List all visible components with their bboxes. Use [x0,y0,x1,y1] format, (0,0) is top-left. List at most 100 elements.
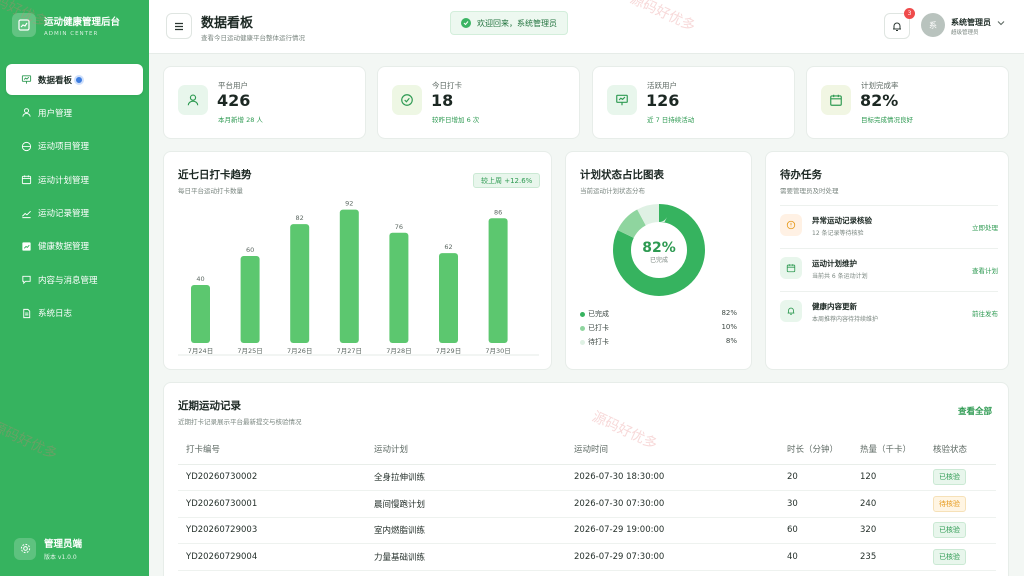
table-cell: 已核验 [925,543,996,571]
sidebar-item[interactable]: 健康数据管理 [6,231,143,262]
legend-value: 8% [725,337,737,345]
sidebar-item[interactable]: 运动项目管理 [6,131,143,162]
legend-label: 已完成 [588,310,609,318]
footer-title: 管理员端 [44,539,83,550]
alert-icon [786,220,796,230]
sidebar-item-label: 用户管理 [38,108,73,119]
stat-value: 18 [431,91,454,110]
bell-icon [893,22,901,31]
task-action-link[interactable]: 查看计划 [972,265,998,275]
column-header: 打卡编号 [178,435,366,465]
sidebar-item[interactable]: 运动计划管理 [6,164,143,195]
bar [191,285,210,343]
x-tick-label: 7月24日 [188,347,213,355]
sidebar-item[interactable]: 运动记录管理 [6,198,143,229]
chart-logo-icon [12,13,36,37]
bar [339,209,359,343]
bar [240,256,260,343]
table-cell: 120 [852,464,925,491]
task-title: 运动计划维护 [812,259,857,268]
avatar[interactable]: 系 [921,13,945,37]
stat-card: 今日打卡 18 较昨日增加 6 次 [377,66,580,139]
stat-card: 活跃用户 126 近 7 日持续活动 [592,66,795,139]
legend-dot [580,339,585,345]
sidebar-item[interactable]: 系统日志 [6,298,143,329]
status-badge: 待核验 [933,495,966,512]
sidebar-item[interactable]: 内容与消息管理 [6,264,143,295]
calendar-icon [830,94,842,106]
table-cell: YD20260729003 [178,517,366,544]
table-cell: 已核验 [925,464,996,491]
table-cell: 2026-07-29 07:30:00 [566,543,779,571]
stat-note: 本月新增 28 人 [218,116,263,124]
sidebar-item[interactable]: 数据看板 [6,64,143,95]
table-cell: 240 [852,490,925,518]
table-row[interactable]: YD20260730002 全身拉伸训练 2026-07-30 18:30:00 20… [178,464,996,491]
user-name[interactable]: 系统管理员 [951,17,991,28]
sidebar-item-label: 运动计划管理 [38,175,90,186]
table-cell: 2026-07-29 19:00:00 [566,517,779,544]
stat-label: 计划完成率 [861,81,899,90]
stat-note: 较昨日增加 6 次 [432,116,480,124]
table-cell: 2026-07-30 18:30:00 [566,464,779,491]
x-tick-label: 7月30日 [485,347,510,355]
stat-label: 活跃用户 [647,81,677,90]
table-cell: 2026-07-30 07:30:00 [566,490,779,518]
table-cell: 320 [852,517,925,544]
cursor-indicator [74,74,85,85]
user-icon [187,94,199,106]
stat-icon-wrap [392,85,422,115]
calendar-icon [20,174,32,186]
task-action-link[interactable]: 前往发布 [972,308,998,318]
task-item: 运动计划维护 当前共 6 条运动计划 查看计划 [780,248,998,287]
calendar-icon [21,175,31,185]
menu-toggle-button[interactable] [166,13,192,39]
document-icon [20,307,32,319]
stat-icon-wrap [821,85,851,115]
table-header: 打卡编号 运动计划 运动时间 时长（分钟） 热量（千卡） 核验状态 [178,435,996,465]
x-tick-label: 7月27日 [337,347,362,355]
sidebar-footer: 管理员端 版本 v1.0.0 [14,536,82,561]
records-title: 近期运动记录 [178,400,241,412]
footer-version: 版本 v1.0.0 [44,554,77,561]
notification-badge: 3 [904,8,915,19]
plan-status-card: 计划状态占比图表 当前运动计划状态分布 82% 已完成 已完成 82% 已打卡 10% 待… [565,151,752,370]
sidebar-nav: 数据看板用户管理运动项目管理运动计划管理运动记录管理健康数据管理 内容与消息管理系… [6,64,143,331]
legend-item: 待打卡 [580,337,609,347]
top-header: 数据看板 查看今日运动健康平台整体运行情况 欢迎回来，系统管理员 3 系 系统管… [149,0,1024,54]
sidebar-item-label: 健康数据管理 [38,242,90,253]
calendar-icon [786,264,796,273]
task-action-link[interactable]: 立即处理 [972,222,998,232]
bar-value-label: 62 [444,243,452,251]
table-cell: 力量基础训练 [366,543,566,571]
bar [488,218,508,343]
status-badge: 已核验 [933,469,966,486]
task-item: 健康内容更新 本周推荐内容待持续维护 前往发布 [780,291,998,330]
bar-value-label: 92 [345,200,353,208]
column-header: 运动计划 [366,435,566,465]
bar-value-label: 60 [246,246,254,254]
table-cell: 60 [779,517,852,544]
legend-label: 已打卡 [588,324,609,332]
column-header: 运动时间 [566,435,779,465]
task-icon-wrap [780,214,802,236]
sidebar-item-label: 内容与消息管理 [38,275,98,286]
table-row[interactable]: YD20260730001 晨间慢跑计划 2026-07-30 07:30:00 30… [178,490,996,518]
bar [389,232,409,343]
view-all-link[interactable]: 查看全部 [958,405,992,417]
sidebar-item[interactable]: 用户管理 [6,97,143,128]
tasks-card: 待办任务 需要管理员及时处理 异常运动记录核验 12 条记录等待核验 立即处理 运动计… [765,151,1009,370]
chart-icon [20,240,32,252]
legend-dot [580,311,585,317]
trend-card: 近七日打卡趋势 每日平台运动打卡数量 较上周 +12.6% 40 7月24日 60 7… [163,151,552,370]
stat-icon-wrap [607,85,637,115]
bar-chart: 40 7月24日 60 7月25日 82 7月26日 92 7月27日 76 7月28日 62 7月2… [178,200,539,356]
legend-value: 10% [721,323,737,331]
table-row[interactable]: YD20260729003 室内燃脂训练 2026-07-29 19:00:00 60… [178,517,996,544]
document-icon [22,308,30,318]
chevron-down-icon[interactable] [997,20,1005,26]
presentation-icon [616,94,628,106]
status-badge: 已核验 [933,522,966,539]
table-cell: 室内燃脂训练 [366,517,566,544]
table-row[interactable]: YD20260729004 力量基础训练 2026-07-29 07:30:00 40… [178,543,996,571]
